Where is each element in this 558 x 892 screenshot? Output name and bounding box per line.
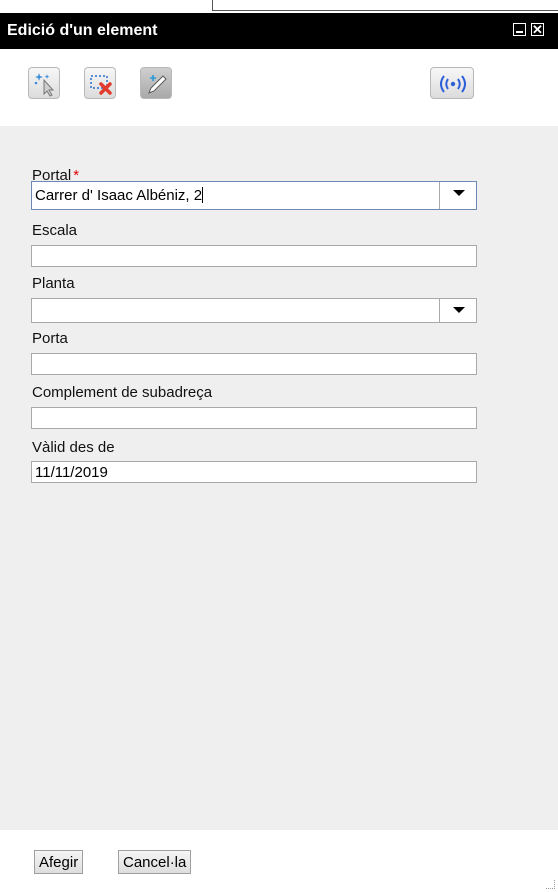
planta-select[interactable]	[31, 298, 477, 323]
close-icon[interactable]: ✕	[531, 23, 544, 36]
complement-label: Complement de subadreça	[32, 384, 213, 401]
edit-element-dialog: Edició d'un element ✕ Portal * Carrer d'…	[0, 13, 558, 892]
dialog-title: Edició d'un element	[7, 22, 158, 39]
porta-label: Porta	[32, 330, 68, 347]
escala-input[interactable]	[31, 245, 477, 267]
selection-delete-icon	[90, 75, 112, 95]
valid-from-label: Vàlid des de	[32, 439, 115, 456]
underlying-window-edge	[212, 0, 558, 11]
add-button[interactable]: Afegir	[34, 850, 84, 874]
porta-input[interactable]	[31, 353, 477, 375]
cursor-sparkle-icon	[34, 73, 55, 97]
escala-label: Escala	[32, 222, 78, 239]
minimize-icon[interactable]	[513, 23, 526, 36]
valid-from-input[interactable]: 11/11/2019	[31, 461, 477, 483]
signal-button[interactable]	[430, 67, 474, 99]
broadcast-icon	[440, 75, 466, 93]
select-add-point-button[interactable]	[28, 67, 60, 99]
complement-input[interactable]	[31, 407, 477, 429]
delete-selection-button[interactable]	[84, 67, 116, 99]
edit-pencil-button[interactable]	[140, 67, 172, 99]
chevron-down-icon[interactable]	[439, 299, 476, 322]
planta-label: Planta	[32, 275, 75, 292]
pencil-add-icon	[148, 75, 167, 94]
text-caret	[202, 187, 204, 203]
portal-value: Carrer d' Isaac Albéniz, 2	[35, 187, 203, 204]
portal-combobox[interactable]: Carrer d' Isaac Albéniz, 2	[31, 181, 477, 210]
resize-grip-icon[interactable]	[546, 880, 555, 889]
dialog-titlebar[interactable]: Edició d'un element ✕	[0, 13, 558, 49]
background-strip	[0, 0, 558, 13]
dialog-footer: Afegir Cancel·la	[0, 830, 558, 892]
cancel-button[interactable]: Cancel·la	[118, 850, 192, 874]
chevron-down-icon[interactable]	[439, 182, 476, 209]
toolbar	[0, 49, 558, 126]
